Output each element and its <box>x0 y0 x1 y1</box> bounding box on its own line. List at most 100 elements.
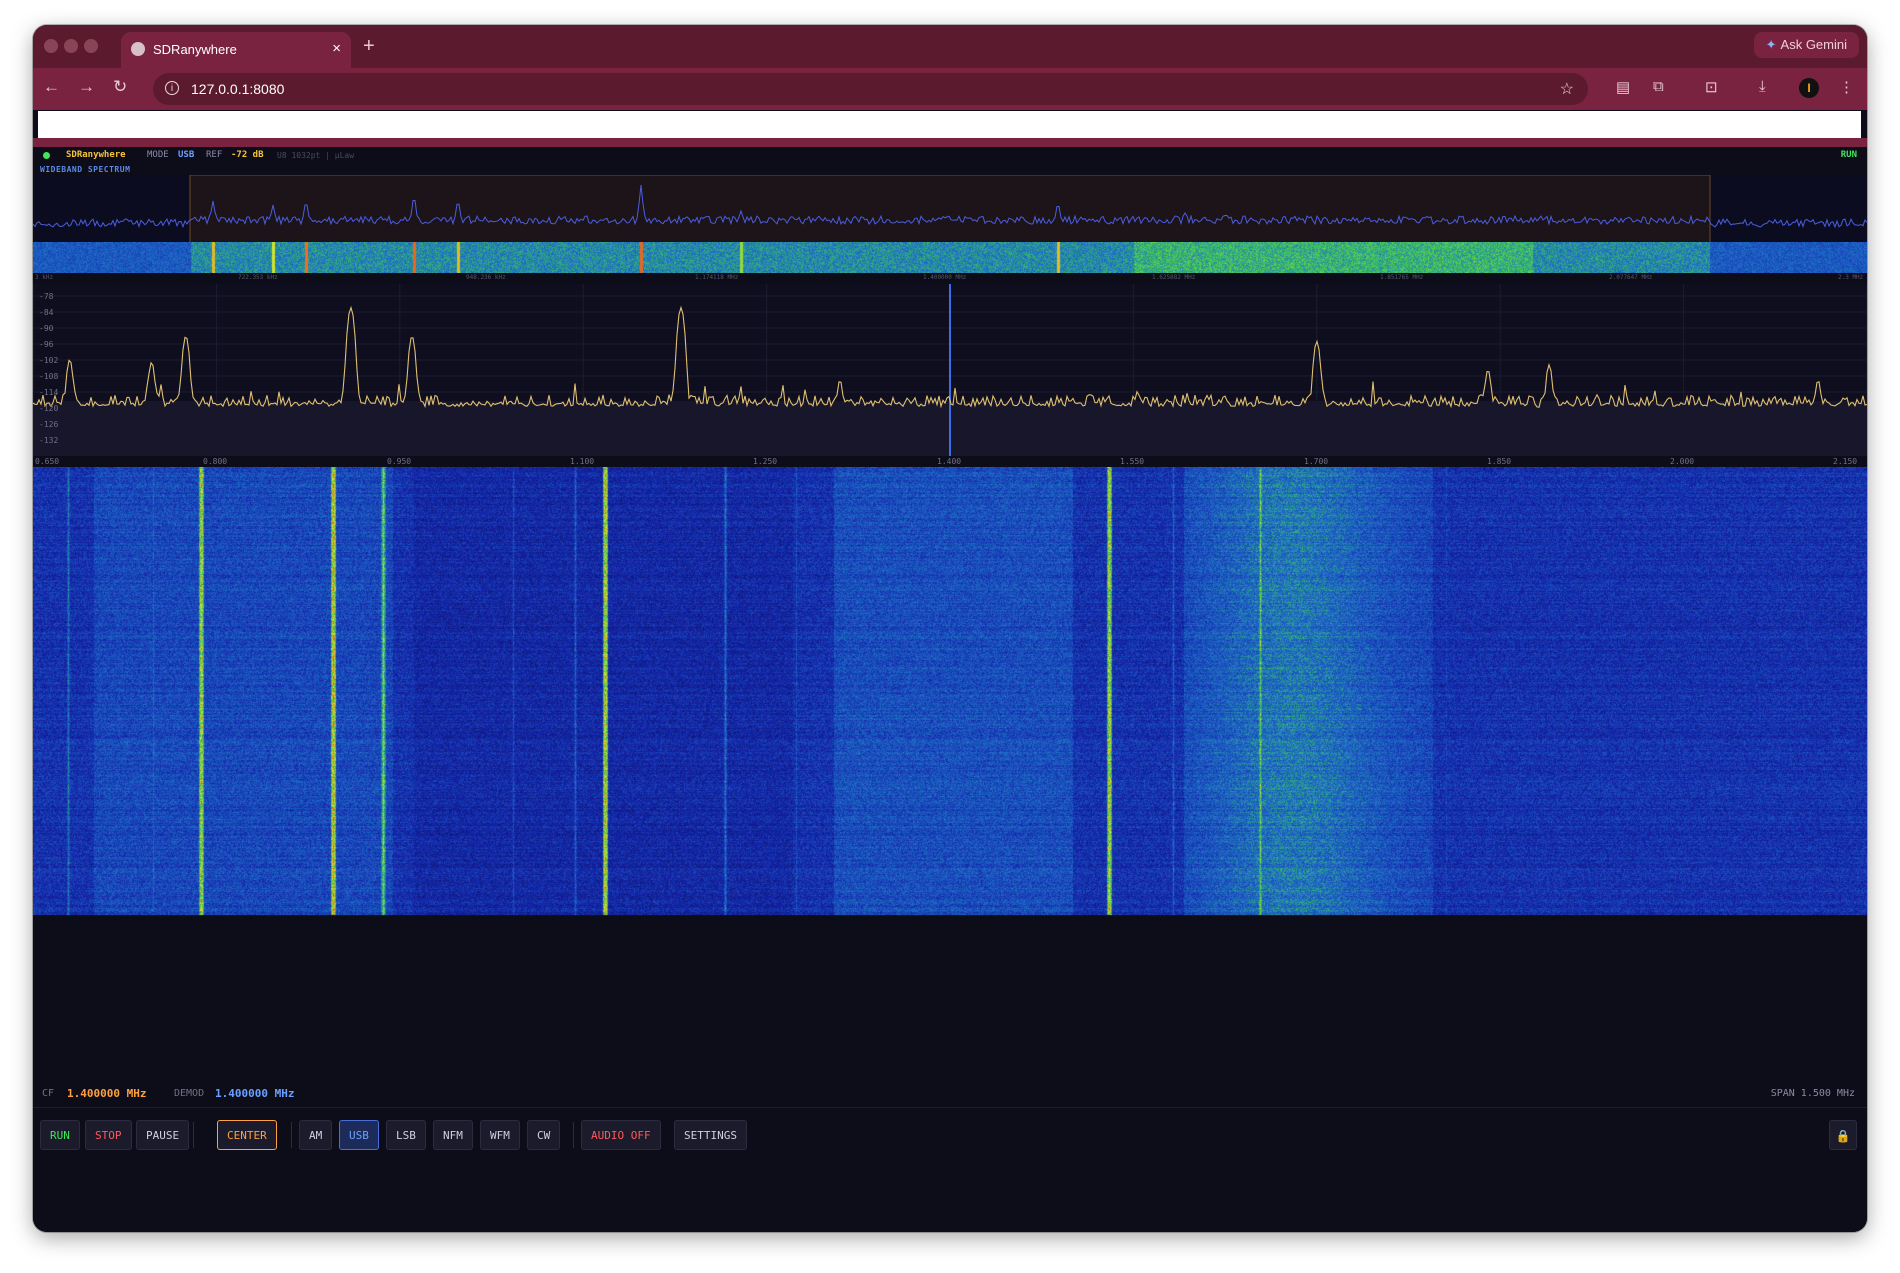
new-tab-button[interactable]: + <box>363 35 375 58</box>
extensions-icon[interactable]: ⧉ <box>1653 78 1664 95</box>
freq-tick: 0.950 <box>387 457 412 466</box>
page-top-strip <box>38 111 1861 138</box>
mode-am-button[interactable]: AM <box>299 1120 333 1150</box>
site-info-icon[interactable]: i <box>165 81 179 95</box>
browser-toolbar: ← → ↻ i 127.0.0.1:8080 ☆ ▤ ⧉ ⊡ ⤓ I ⋮ <box>33 68 1867 110</box>
wideband-tick: 1.400000 MHz <box>923 274 967 281</box>
close-tab-button[interactable]: × <box>332 40 341 57</box>
wideband-tick: 3 kHz <box>35 274 54 281</box>
run-status: RUN <box>1840 150 1857 160</box>
db-label: -78 <box>39 292 54 301</box>
maximize-window-button[interactable] <box>84 39 98 53</box>
mode-usb-button[interactable]: USB <box>339 1120 379 1150</box>
freq-tick: 2.150 <box>1833 457 1858 466</box>
reload-icon[interactable]: ↻ <box>113 77 127 97</box>
status-header: SDRanywhere MODE USB REF -72 dB U8 1032p… <box>33 147 1867 164</box>
fft-info: U8 1032pt | µLaw <box>277 151 355 160</box>
db-label: -132 <box>39 436 59 445</box>
wideband-tick: 1.851765 MHz <box>1380 274 1424 281</box>
ask-gemini-label: Ask Gemini <box>1780 37 1847 52</box>
tab-strip: SDRanywhere × + ✦ Ask Gemini <box>33 25 1867 68</box>
close-window-button[interactable] <box>44 39 58 53</box>
audio-toggle-button[interactable]: AUDIO OFF <box>581 1120 661 1150</box>
wideband-tick: 1.174118 MHz <box>695 274 739 281</box>
mode-wfm-button[interactable]: WFM <box>480 1120 520 1150</box>
wideband-tick: 2.077647 MHz <box>1609 274 1653 281</box>
db-label: -90 <box>39 324 54 333</box>
menu-icon[interactable]: ⋮ <box>1839 78 1854 96</box>
stop-button[interactable]: STOP <box>85 1120 132 1150</box>
page-frame-band <box>33 138 1867 147</box>
freq-tick: 0.800 <box>203 457 228 466</box>
mode-lsb-button[interactable]: LSB <box>386 1120 426 1150</box>
db-label: -120 <box>39 404 59 413</box>
minimize-window-button[interactable] <box>64 39 78 53</box>
spectrum-plot <box>33 284 1867 456</box>
gemini-icon: ✦ <box>1765 37 1777 52</box>
frequency-readout: CF 1.400000 MHz DEMOD 1.400000 MHz SPAN … <box>33 1084 1867 1104</box>
wideband-label: WIDEBAND SPECTRUM <box>40 165 131 174</box>
tab-title: SDRanywhere <box>153 42 237 57</box>
mode-cw-button[interactable]: CW <box>527 1120 561 1150</box>
mode-nfm-button[interactable]: NFM <box>433 1120 473 1150</box>
back-icon[interactable]: ← <box>43 77 60 97</box>
freq-tick: 1.550 <box>1120 457 1145 466</box>
wideband-tick: 1.625882 MHz <box>1152 274 1196 281</box>
url-text[interactable]: 127.0.0.1:8080 <box>191 81 284 97</box>
lens-icon[interactable]: ⊡ <box>1705 78 1718 96</box>
app-name: SDRanywhere <box>66 150 126 160</box>
lock-icon[interactable]: 🔒 <box>1829 1120 1857 1150</box>
globe-icon <box>131 42 145 56</box>
ask-gemini-button[interactable]: ✦ Ask Gemini <box>1753 32 1859 58</box>
run-button[interactable]: RUN <box>40 1120 80 1150</box>
freq-tick: 2.000 <box>1670 457 1695 466</box>
db-label: -108 <box>39 372 59 381</box>
freq-tick: 1.400 <box>937 457 962 466</box>
cf-value: 1.400000 MHz <box>67 1087 147 1100</box>
freq-axis: 0.650 0.800 0.950 1.100 1.250 1.400 1.55… <box>33 456 1867 466</box>
settings-button[interactable]: SETTINGS <box>674 1120 747 1150</box>
browser-tab[interactable]: SDRanywhere × <box>121 32 351 68</box>
pause-button[interactable]: PAUSE <box>136 1120 190 1150</box>
sdr-app: SDRanywhere MODE USB REF -72 dB U8 1032p… <box>33 147 1867 1232</box>
spectrum-panel[interactable]: -78 -84 -90 -96 -102 -108 -114 -120 -126… <box>33 284 1867 456</box>
freq-tick: 0.650 <box>35 457 60 466</box>
bookmark-star-icon[interactable]: ☆ <box>1560 79 1574 99</box>
download-icon[interactable]: ⤓ <box>1759 78 1766 95</box>
wideband-tick: 722.353 kHz <box>238 274 278 281</box>
divider <box>573 1122 574 1148</box>
freq-tick: 1.250 <box>753 457 778 466</box>
browser-window: SDRanywhere × + ✦ Ask Gemini ← → ↻ i 127.… <box>33 25 1867 1232</box>
db-label: -96 <box>39 340 54 349</box>
divider <box>291 1122 292 1148</box>
db-label: -102 <box>39 356 59 365</box>
mode-label: MODE <box>147 150 169 160</box>
address-bar[interactable]: i 127.0.0.1:8080 ☆ <box>153 73 1588 105</box>
divider <box>193 1122 194 1148</box>
db-label: -84 <box>39 308 54 317</box>
db-label: -126 <box>39 420 59 429</box>
wideband-freq-axis: 3 kHz 722.353 kHz 948.236 kHz 1.174118 M… <box>33 273 1867 283</box>
db-label: -114 <box>39 388 59 397</box>
control-bar: RUN STOP PAUSE CENTER AM USB LSB NFM WFM… <box>33 1107 1867 1232</box>
mode-value: USB <box>178 150 195 160</box>
freq-tick: 1.100 <box>570 457 595 466</box>
wideband-waterfall <box>33 242 1867 273</box>
ref-label: REF <box>206 150 223 160</box>
forward-icon[interactable]: → <box>78 77 95 97</box>
profile-avatar[interactable]: I <box>1799 78 1819 98</box>
wideband-spectrum[interactable] <box>33 175 1867 273</box>
wideband-tick: 2.3 MHz <box>1838 274 1864 281</box>
span-readout: SPAN 1.500 MHz <box>1770 1088 1855 1099</box>
freq-tick: 1.850 <box>1487 457 1512 466</box>
cf-label: CF <box>42 1088 55 1099</box>
ref-value: -72 dB <box>231 150 264 160</box>
center-button[interactable]: CENTER <box>217 1120 277 1150</box>
status-dot <box>43 152 50 159</box>
demod-value: 1.400000 MHz <box>215 1087 295 1100</box>
freq-tick: 1.700 <box>1304 457 1329 466</box>
waterfall-display[interactable] <box>33 467 1867 1009</box>
wideband-tick: 948.236 kHz <box>466 274 506 281</box>
demod-label: DEMOD <box>174 1088 205 1099</box>
tab-search-icon[interactable]: ▤ <box>1616 78 1630 96</box>
